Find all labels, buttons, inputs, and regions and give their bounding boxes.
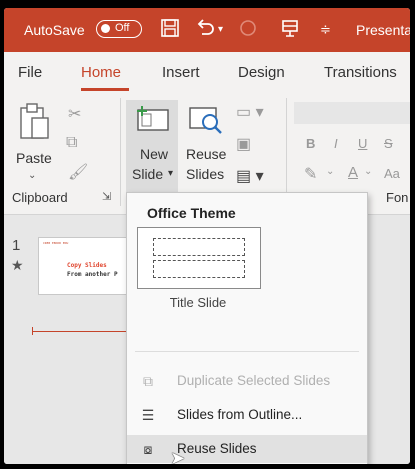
copy-icon[interactable]: ⧉ xyxy=(66,134,77,152)
present-icon[interactable] xyxy=(280,18,300,42)
toggle-knob xyxy=(101,24,110,33)
autosave-state: Off xyxy=(115,22,130,34)
font-name-box[interactable] xyxy=(294,102,410,124)
mouse-cursor-icon: ➤ xyxy=(170,448,186,464)
autosave-toggle[interactable]: Off xyxy=(96,20,142,38)
change-case-button[interactable]: Aa xyxy=(384,166,400,181)
redo-icon[interactable] xyxy=(238,18,258,42)
title-bar: AutoSave Off ▾ ≑ Presentat xyxy=(4,8,410,52)
new-slide-icon xyxy=(136,104,170,137)
new-slide-button[interactable]: New Slide ▾ xyxy=(126,100,178,192)
menu-item-label: Duplicate Selected Slides xyxy=(177,373,331,388)
thumb-title-line2: From another P xyxy=(67,271,118,278)
tab-insert[interactable]: Insert xyxy=(162,64,200,81)
font-group-label: Fon xyxy=(386,190,409,205)
insertion-line xyxy=(32,331,130,332)
reuse-slides-icon xyxy=(188,104,224,141)
thumb-header-text: CRE8 EBOOK EDU xyxy=(43,241,69,245)
font-color-button[interactable]: A xyxy=(348,164,358,181)
italic-button[interactable]: I xyxy=(334,136,338,151)
slide-thumbnail[interactable]: CRE8 EBOOK EDU Copy Slides From another … xyxy=(38,237,132,295)
font-color-dropdown-icon[interactable]: ⌄ xyxy=(364,166,372,177)
undo-icon[interactable] xyxy=(194,18,216,42)
paste-label: Paste xyxy=(16,150,52,166)
clipboard-launcher-icon[interactable]: ⇲ xyxy=(102,190,111,203)
reuse-label-1: Reuse xyxy=(186,146,227,162)
subtitle-placeholder xyxy=(153,260,245,278)
bold-button[interactable]: B xyxy=(306,136,315,151)
underline-button[interactable]: U xyxy=(358,136,367,151)
paste-dropdown-icon: ⌄ xyxy=(28,170,37,181)
ribbon-tabs: File Home Insert Design Transitions xyxy=(4,52,410,92)
outline-icon: ☰ xyxy=(141,407,155,423)
new-slide-label-1: New xyxy=(140,146,169,162)
highlight-dropdown-icon[interactable]: ⌄ xyxy=(326,166,334,177)
strikethrough-button[interactable]: S xyxy=(384,136,393,151)
tab-transitions[interactable]: Transitions xyxy=(324,64,397,81)
reuse-slides-item[interactable]: ⧇ Reuse Slides xyxy=(127,435,367,463)
paste-icon xyxy=(18,102,50,147)
theme-heading: Office Theme xyxy=(147,205,236,221)
reuse-label-2: Slides xyxy=(186,166,225,182)
undo-dropdown-icon[interactable]: ▾ xyxy=(218,20,223,40)
new-slide-dropdown: Office Theme Title Slide ⧉ Duplicate Sel… xyxy=(126,192,368,464)
reset-icon[interactable]: ▣ xyxy=(236,134,251,154)
tab-design[interactable]: Design xyxy=(238,64,285,81)
title-slide-layout[interactable] xyxy=(137,227,261,289)
menu-item-label: Reuse Slides xyxy=(177,441,257,456)
autosave-label: AutoSave xyxy=(24,22,85,38)
slide-number: 1 xyxy=(12,237,21,254)
title-placeholder xyxy=(153,238,245,256)
customize-qat-icon[interactable]: ≑ xyxy=(320,20,331,40)
thumb-title-line1: Copy Slides xyxy=(67,262,107,269)
paste-button[interactable]: Paste ⌄ xyxy=(12,100,56,188)
chevron-down-icon: ▾ xyxy=(168,168,174,179)
cut-icon[interactable]: ✂ xyxy=(68,104,81,124)
powerpoint-window: AutoSave Off ▾ ≑ Presentat File Home Ins… xyxy=(4,8,410,464)
slides-from-outline-item[interactable]: ☰ Slides from Outline... xyxy=(127,401,367,429)
tab-home[interactable]: Home xyxy=(81,64,121,81)
save-icon[interactable] xyxy=(160,18,180,42)
divider xyxy=(120,98,121,206)
new-slide-label-2: Slide xyxy=(132,166,164,182)
active-tab-underline xyxy=(81,88,129,91)
clipboard-group-label: Clipboard xyxy=(12,190,68,205)
document-title: Presentat xyxy=(356,22,410,38)
format-painter-icon[interactable]: 🖌 xyxy=(68,162,88,182)
highlight-icon[interactable]: ✎ xyxy=(304,164,317,184)
divider xyxy=(286,98,287,206)
reuse-slides-button[interactable]: Reuse Slides xyxy=(182,100,230,192)
layout-label: Title Slide xyxy=(169,295,227,310)
animation-star-icon: ★ xyxy=(11,257,24,273)
menu-item-label: Slides from Outline... xyxy=(177,407,303,422)
section-icon[interactable]: ▤ ▾ xyxy=(236,166,264,186)
layout-icon[interactable]: ▭ ▾ xyxy=(236,102,264,122)
tab-file[interactable]: File xyxy=(18,64,42,81)
reuse-slides-icon: ⧇ xyxy=(143,441,153,457)
duplicate-slides-icon: ⧉ xyxy=(143,373,153,389)
duplicate-slides-item[interactable]: ⧉ Duplicate Selected Slides xyxy=(127,367,367,395)
menu-divider xyxy=(135,351,359,352)
